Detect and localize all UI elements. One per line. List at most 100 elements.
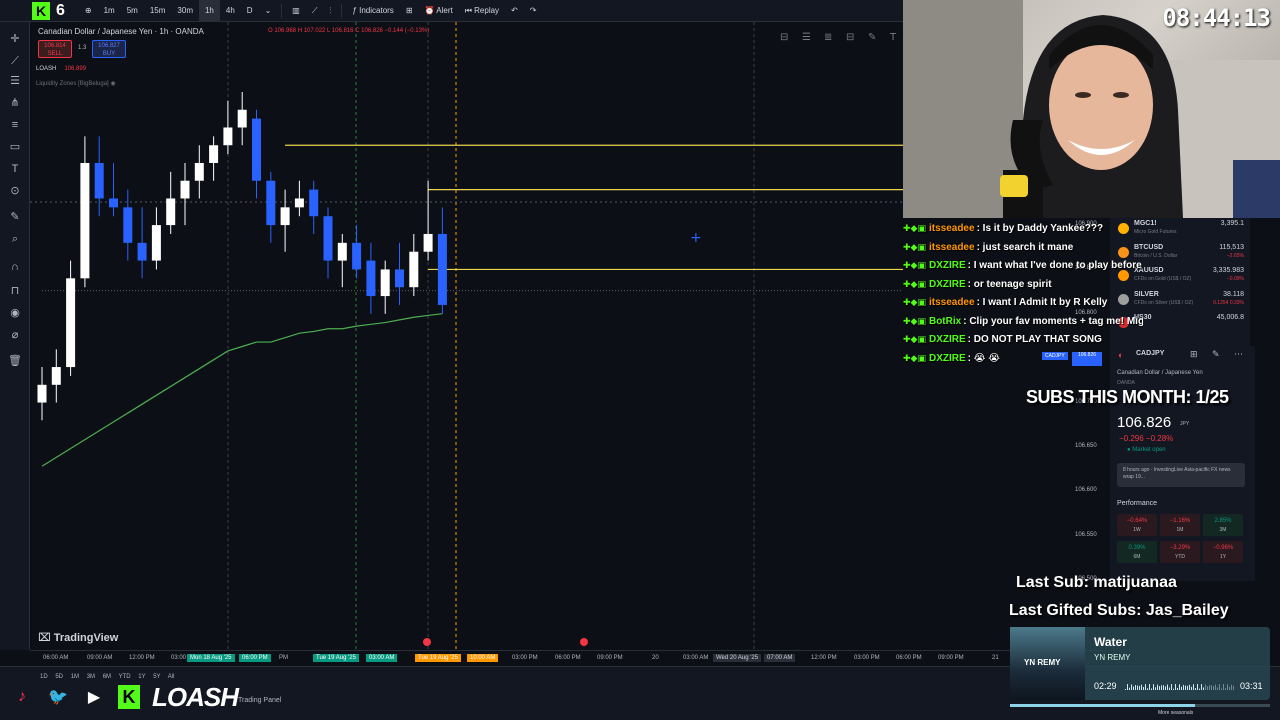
lock-icon[interactable]: ⊓	[8, 284, 22, 298]
pitchfork-icon[interactable]: ⋔	[8, 96, 22, 110]
range-1m[interactable]: 1M	[71, 674, 79, 680]
exchange-label: OANDA	[1117, 380, 1135, 386]
track-duration: 03:31	[1240, 681, 1263, 691]
performance-value: −3.29%	[1169, 545, 1191, 551]
watchlist-price: 3,395.1	[1220, 220, 1244, 227]
indicator-loash[interactable]: LOASH 106.899	[36, 66, 86, 72]
waveform-bar	[1151, 688, 1152, 690]
waveform-bar	[1223, 684, 1224, 690]
candle-body	[109, 198, 118, 208]
drawing-toolbar: ✛ ⟋ ☰ ⋔ ≡ ▭ T ⊙ ✎ ⌕ ∩ ⊓ ◉ ⌀ 🗑	[0, 22, 30, 650]
indicator-value: 106.899	[64, 66, 87, 72]
top-toolbar: K 6 ⊕ 1m 5m 15m 30m 1h 4h D ⌄ ▥ ⟋ ⫶ ƒ In…	[0, 0, 903, 22]
chat-message: ✚◆▣ DXZIRE: or teenage spirit	[903, 279, 1143, 298]
news-card[interactable]: 8 hours ago · InvestingLive Asia-pacific…	[1117, 463, 1245, 487]
trendline-icon[interactable]: ⟋	[8, 54, 22, 68]
interval-dropdown-icon[interactable]: ⌄	[259, 0, 278, 22]
zoom-icon[interactable]: ⌕	[8, 232, 22, 246]
details-symbol[interactable]: CADJPY	[1136, 350, 1164, 357]
interval-30m[interactable]: 30m	[171, 0, 199, 22]
interval-d[interactable]: D	[241, 0, 259, 22]
time-tick: 03:00 PM	[854, 655, 880, 661]
redo-icon[interactable]: ↷	[524, 0, 543, 22]
waveform-bar	[1127, 684, 1128, 690]
trash-icon[interactable]: 🗑	[8, 354, 22, 368]
waveform-bar	[1181, 686, 1182, 690]
grid-icon[interactable]: ⊞	[1190, 349, 1198, 360]
trading-panel-tab[interactable]: Trading Panel	[238, 697, 281, 704]
brush-icon[interactable]: ✎	[8, 210, 22, 224]
eye-icon[interactable]: ◉	[110, 81, 115, 87]
magnet-icon[interactable]: ∩	[8, 260, 22, 274]
undo-icon[interactable]: ↶	[505, 0, 524, 22]
interval-15m[interactable]: 15m	[144, 0, 172, 22]
interval-1h[interactable]: 1h	[198, 0, 220, 22]
rectangle-icon[interactable]: ▭	[8, 140, 22, 154]
performance-cell: −1.16% 1M	[1160, 514, 1200, 536]
kick-count: 6	[56, 1, 65, 19]
candle-body	[80, 162, 90, 279]
candle-body	[280, 207, 290, 226]
line-style-icon[interactable]: ⟋	[306, 0, 324, 22]
hide-drawings-icon[interactable]: ⌀	[8, 328, 22, 342]
event-marker-icon	[580, 638, 588, 646]
range-5y[interactable]: 5Y	[153, 674, 160, 680]
range-1y[interactable]: 1Y	[138, 674, 145, 680]
time-tick: 07:00 AM	[764, 654, 796, 662]
chat-text: I want what I've done to play before my …	[973, 260, 1143, 271]
interval-4h[interactable]: 4h	[220, 0, 241, 22]
time-tick: 06:00 PM	[555, 655, 581, 661]
performance-cell: −0.96% 1Y	[1203, 541, 1243, 563]
waveform-bar	[1197, 684, 1198, 690]
range-ytd[interactable]: YTD	[119, 674, 131, 680]
crosshair-icon[interactable]: ✛	[8, 32, 22, 46]
horizontal-lines-icon[interactable]: ☰	[8, 74, 22, 88]
indicator-name: LOASH	[36, 66, 57, 72]
chat-username: itsseadee	[928, 297, 975, 308]
chart-symbol-title[interactable]: Canadian Dollar / Japanese Yen · 1h · OA…	[38, 27, 204, 36]
sell-button[interactable]: 106.814 SELL	[38, 40, 72, 58]
range-6m[interactable]: 6M	[103, 674, 111, 680]
edit-icon[interactable]: ✎	[1212, 349, 1220, 360]
watchlist-price: 115,513	[1219, 243, 1244, 251]
waveform-bar	[1219, 684, 1220, 690]
more-icon[interactable]: ⋯	[1234, 349, 1243, 360]
performance-cell: −0.64% 1W	[1117, 514, 1157, 536]
range-3m[interactable]: 3M	[87, 674, 95, 680]
ohlc-readout: O 106.968 H 107.022 L 106.816 C 106.826 …	[268, 28, 430, 34]
range-all[interactable]: All	[168, 674, 175, 680]
buy-label: BUY	[102, 51, 116, 57]
candle-body	[252, 118, 261, 181]
eye-icon[interactable]: ◉	[8, 306, 22, 320]
add-symbol-icon[interactable]: ⊕	[79, 0, 98, 22]
compare-icon[interactable]: ⫶	[323, 0, 337, 22]
fib-icon[interactable]: ≡	[8, 118, 22, 132]
interval-1m[interactable]: 1m	[98, 0, 121, 22]
indicator-liquidity-zones[interactable]: Liquidity Zones [BigBeluga] ◉	[36, 80, 116, 87]
more-seasonals-link[interactable]: More seasonals	[1158, 710, 1193, 716]
candle-body	[294, 198, 304, 208]
social-links: ♪ 🐦 ▶ K LOASH	[10, 682, 239, 712]
alert-button[interactable]: ⏰ Alert	[419, 0, 459, 22]
waveform-bar	[1217, 687, 1218, 690]
album-art-text: YN REMY	[1024, 658, 1061, 667]
pattern-icon[interactable]: ⊙	[8, 184, 22, 198]
replay-button[interactable]: ⏮ Replay	[459, 0, 505, 22]
waveform-bar	[1141, 684, 1142, 690]
event-marker-icon	[423, 638, 431, 646]
indicators-button[interactable]: ƒ Indicators	[346, 0, 399, 22]
candle-body	[137, 242, 147, 261]
waveform-bar	[1159, 686, 1160, 690]
templates-icon[interactable]: ⊞	[400, 0, 419, 22]
buy-button[interactable]: 106.827 BUY	[92, 40, 126, 58]
text-icon[interactable]: T	[8, 162, 22, 176]
interval-5m[interactable]: 5m	[121, 0, 144, 22]
range-1d[interactable]: 1D	[40, 674, 48, 680]
chat-username: itsseadee	[928, 223, 975, 234]
price-tick: 106.650	[1075, 442, 1097, 449]
chat-overlay: ✚◆▣ itsseadee: Is it by Daddy Yankee??? ✚◆…	[903, 223, 1143, 371]
candle-body	[123, 207, 133, 243]
range-5d[interactable]: 5D	[55, 674, 63, 680]
bar-style-icon[interactable]: ▥	[286, 0, 306, 22]
time-axis[interactable]: 06:00 AM 09:00 AM 12:00 PM 03:00 Mon 18 Aug …	[30, 650, 1105, 666]
